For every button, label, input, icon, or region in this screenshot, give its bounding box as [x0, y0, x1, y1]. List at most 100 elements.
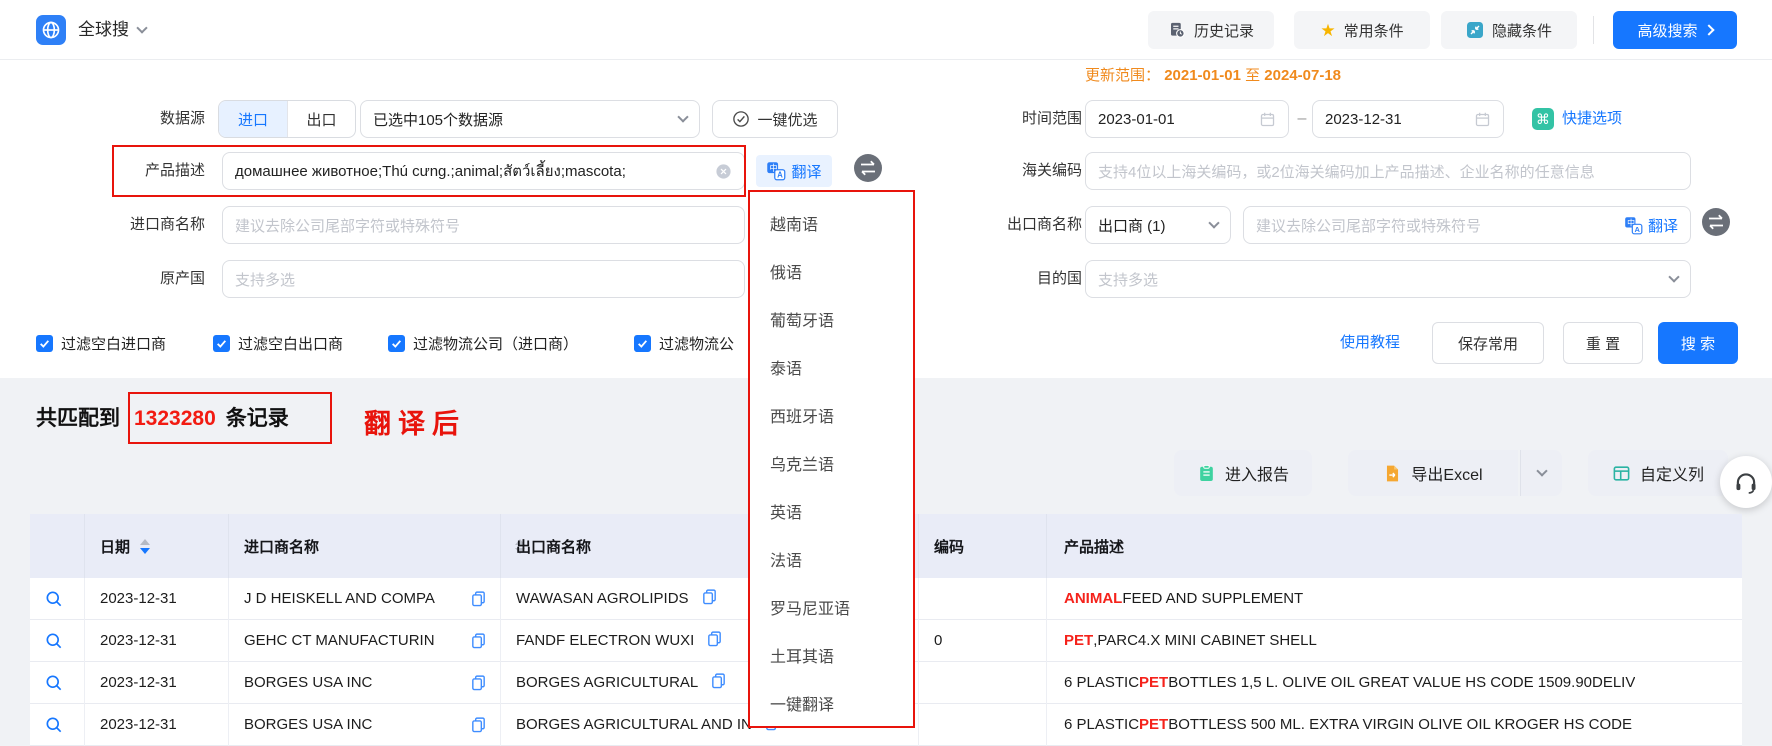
datasource-select[interactable]: 已选中105个数据源 [360, 100, 700, 138]
sort-icons[interactable] [140, 539, 150, 554]
menu-item-turkish[interactable]: 土耳其语 [750, 634, 913, 682]
app-title: 全球搜 [78, 0, 129, 60]
datasource-selected-value: 已选中105个数据源 [373, 109, 503, 130]
global-search-app: 全球搜 历史记录 ★ 常用条件 隐藏条件 高级搜索 更新范围： 2021-01-… [0, 0, 1772, 746]
copy-icon[interactable] [706, 630, 723, 651]
svg-text:A: A [778, 171, 784, 180]
update-range-label: 更新范围： [1085, 67, 1160, 84]
product-desc-input[interactable]: домашнее животное;Thú cưng.;animal;สัตว์… [222, 152, 745, 190]
export-excel-button[interactable]: 导出Excel [1348, 450, 1518, 496]
menu-item-english[interactable]: 英语 [750, 490, 913, 538]
checkbox-checked-icon [634, 335, 651, 352]
enter-report-button[interactable]: 进入报告 [1174, 450, 1312, 496]
quick-options-link[interactable]: 快捷选项 [1562, 100, 1622, 138]
exporter-input[interactable]: 建议去除公司尾部字符或特殊符号 中 A 翻译 [1243, 206, 1691, 244]
history-button[interactable]: 历史记录 [1148, 11, 1274, 49]
filter-blank-importer-checkbox[interactable]: 过滤空白进口商 [36, 322, 166, 364]
tab-export[interactable]: 出口 [287, 101, 355, 137]
menu-item-russian[interactable]: 俄语 [750, 250, 913, 298]
row-search-icon[interactable] [44, 662, 64, 703]
tab-import[interactable]: 进口 [219, 101, 287, 137]
exporter-translate-button[interactable]: 中 A 翻译 [1624, 215, 1678, 236]
importer-column-header[interactable]: 进口商名称 [244, 514, 525, 578]
date-to-input[interactable]: 2023-12-31 [1312, 100, 1504, 138]
menu-item-one-click-translate[interactable]: 一键翻译 [750, 682, 913, 730]
copy-icon[interactable] [470, 662, 487, 703]
advanced-search-button[interactable]: 高级搜索 [1613, 11, 1737, 49]
swap-translate-icon[interactable] [1701, 207, 1731, 237]
reset-button[interactable]: 重 置 [1563, 322, 1643, 364]
favorites-label: 常用条件 [1344, 20, 1404, 41]
datasource-tabs: 进口 出口 [218, 100, 356, 138]
hs-code-input[interactable]: 支持4位以上海关编码，或2位海关编码加上产品描述、企业名称的任意信息 [1085, 152, 1691, 190]
save-common-button[interactable]: 保存常用 [1432, 322, 1544, 364]
clear-icon[interactable] [715, 163, 732, 180]
checkbox-checked-icon [388, 335, 405, 352]
datasource-label: 数据源 [0, 100, 205, 138]
calendar-icon [1474, 111, 1491, 128]
cell-importer: BORGES USA INC [244, 662, 372, 703]
translate-button[interactable]: 中 A 翻译 [756, 155, 832, 187]
exporter-type-select[interactable]: 出口商 (1) [1085, 206, 1231, 244]
exporter-column-header[interactable]: 出口商名称 [516, 514, 591, 578]
cell-exporter-wrap: BORGES AGRICULTURAL [516, 662, 727, 703]
cell-exporter-wrap: BORGES AGRICULTURAL AND IN [516, 704, 781, 745]
importer-input[interactable]: 建议去除公司尾部字符或特殊符号 [222, 206, 745, 244]
highlighted-keyword: ANIMAL [1064, 590, 1122, 607]
match-count-number: 1323280 [134, 407, 216, 431]
menu-item-french[interactable]: 法语 [750, 538, 913, 586]
row-search-icon[interactable] [44, 704, 64, 745]
copy-icon[interactable] [470, 578, 487, 619]
date-from-input[interactable]: 2023-01-01 [1085, 100, 1289, 138]
dest-country-input[interactable]: 支持多选 [1085, 260, 1691, 298]
check-circle-icon [732, 110, 750, 128]
row-search-icon[interactable] [44, 578, 64, 619]
date-column-header[interactable]: 日期 [100, 514, 150, 578]
command-icon: ⌘ [1532, 108, 1554, 130]
match-count-prefix: 共匹配到 [36, 402, 120, 432]
hs-code-label: 海关编码 [940, 152, 1082, 190]
search-button[interactable]: 搜 索 [1658, 322, 1738, 364]
menu-item-portuguese[interactable]: 葡萄牙语 [750, 298, 913, 346]
copy-icon[interactable] [470, 620, 487, 661]
product-desc-value: домашнее животное;Thú cưng.;animal;สัตว์… [235, 159, 626, 183]
hide-conditions-button[interactable]: 隐藏条件 [1441, 11, 1577, 49]
filter-blank-exporter-checkbox[interactable]: 过滤空白出口商 [213, 322, 343, 364]
match-count-line: 共匹配到 1323280 条记录 [36, 402, 289, 432]
origin-country-label: 原产国 [0, 260, 205, 298]
menu-item-thai[interactable]: 泰语 [750, 346, 913, 394]
chevron-down-icon [677, 111, 688, 122]
checkbox-checked-icon [213, 335, 230, 352]
menu-item-ukrainian[interactable]: 乌克兰语 [750, 442, 913, 490]
cell-exporter-wrap: WAWASAN AGROLIPIDS [516, 578, 718, 619]
menu-item-spanish[interactable]: 西班牙语 [750, 394, 913, 442]
topbar-divider [1593, 16, 1594, 44]
support-fab[interactable] [1720, 456, 1772, 508]
tutorial-link[interactable]: 使用教程 [1340, 322, 1400, 364]
copy-icon[interactable] [701, 588, 718, 609]
cell-date: 2023-12-31 [100, 578, 177, 619]
excel-file-icon [1383, 464, 1402, 483]
product-desc-label: 产品描述 [0, 152, 205, 190]
filter-logistics-exporter-checkbox[interactable]: 过滤物流公 [634, 322, 734, 364]
chevron-down-icon [1668, 271, 1679, 282]
one-click-optimize-button[interactable]: 一键优选 [712, 100, 838, 138]
export-dropdown-button[interactable] [1520, 450, 1562, 496]
copy-icon[interactable] [710, 672, 727, 693]
headset-icon [1733, 469, 1759, 495]
favorites-button[interactable]: ★ 常用条件 [1294, 11, 1430, 49]
filter-logistics-importer-checkbox[interactable]: 过滤物流公司（进口商） [388, 322, 578, 364]
copy-icon[interactable] [470, 704, 487, 745]
menu-item-romanian[interactable]: 罗马尼亚语 [750, 586, 913, 634]
cell-importer: BORGES USA INC [244, 704, 372, 745]
custom-columns-button[interactable]: 自定义列 [1588, 450, 1728, 496]
update-range-to: 2024-07-18 [1264, 67, 1341, 84]
checkbox-checked-icon [36, 335, 53, 352]
menu-item-vietnamese[interactable]: 越南语 [750, 202, 913, 250]
importer-placeholder: 建议去除公司尾部字符或特殊符号 [235, 215, 460, 236]
product-desc-column-header[interactable]: 产品描述 [1064, 514, 1124, 578]
origin-country-input[interactable]: 支持多选 [222, 260, 745, 298]
hs-code-column-header[interactable]: 编码 [934, 514, 964, 578]
row-search-icon[interactable] [44, 620, 64, 661]
swap-translate-icon[interactable] [853, 153, 883, 183]
